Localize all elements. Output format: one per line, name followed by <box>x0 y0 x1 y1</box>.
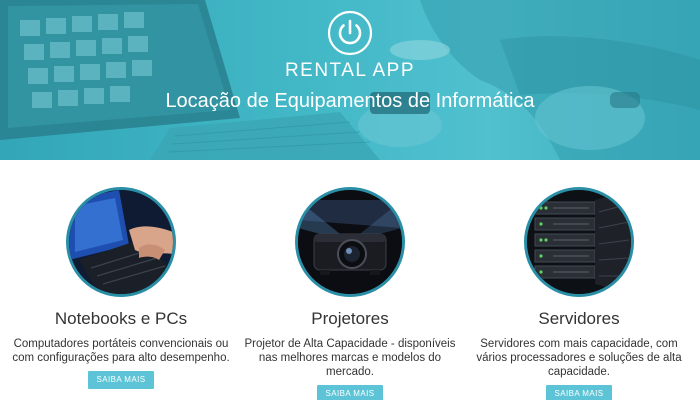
hero-content: RENTAL APP Locação de Equipamentos de In… <box>0 10 700 114</box>
service-title: Projetores <box>311 309 389 328</box>
service-servidores: Servidores Servidores com mais capacidad… <box>463 187 695 400</box>
saiba-mais-button[interactable]: SAIBA MAIS <box>87 371 155 389</box>
brand-name: RENTAL APP <box>284 60 416 81</box>
server-rack-photo-icon <box>524 187 634 297</box>
services-section: Notebooks e PCs Computadores portáteis c… <box>0 160 700 400</box>
saiba-mais-button[interactable]: SAIBA MAIS <box>545 385 613 400</box>
service-description: Servidores com mais capacidade, com vári… <box>476 338 682 378</box>
hero-tagline: Locação de Equipamentos de Informática <box>165 90 535 112</box>
power-icon <box>327 10 373 56</box>
service-description: Projetor de Alta Capacidade - disponívei… <box>244 338 456 378</box>
service-title: Servidores <box>538 309 620 328</box>
projector-photo-icon <box>295 187 405 297</box>
hero-banner: RENTAL APP Locação de Equipamentos de In… <box>0 0 700 160</box>
service-title: Notebooks e PCs <box>54 309 188 328</box>
notebook-photo-icon <box>66 187 176 297</box>
service-projetores: Projetores Projetor de Alta Capacidade -… <box>234 187 466 400</box>
saiba-mais-button[interactable]: SAIBA MAIS <box>316 385 384 400</box>
service-notebooks: Notebooks e PCs Computadores portáteis c… <box>5 187 237 389</box>
service-description: Computadores portáteis convencionais ou … <box>12 338 230 364</box>
